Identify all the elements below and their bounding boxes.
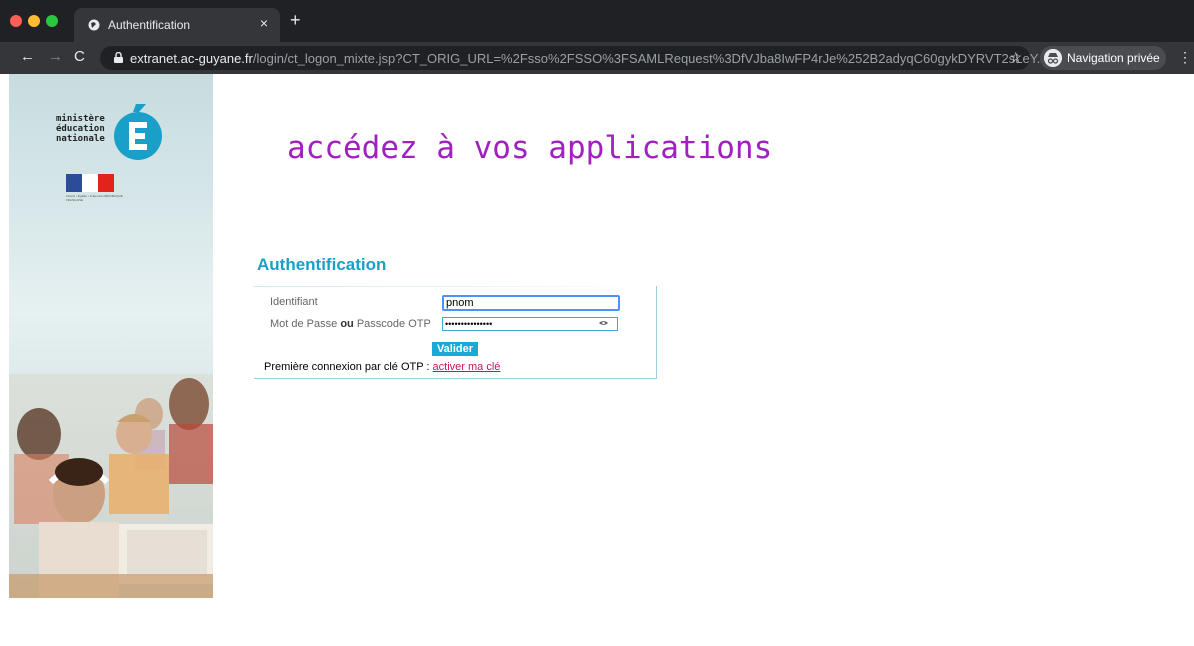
tab-close-icon[interactable]: × — [260, 16, 268, 30]
password-label-post: Passcode OTP — [353, 318, 431, 330]
browser-menu-icon[interactable]: ⋮ — [1178, 50, 1192, 64]
browser-tab[interactable]: Authentification × — [74, 8, 280, 42]
forward-button[interactable]: → — [48, 49, 63, 65]
password-label-pre: Mot de Passe — [270, 318, 341, 330]
incognito-icon — [1044, 49, 1062, 67]
otp-text: Première connexion par clé OTP : — [264, 361, 433, 373]
logo-line-3: nationale — [56, 134, 105, 144]
bookmark-star-icon[interactable]: ☆ — [1009, 49, 1022, 66]
logo-line-2: éducation — [56, 124, 105, 134]
globe-icon — [88, 19, 100, 31]
ministry-e-logo-icon — [114, 104, 162, 160]
valider-button[interactable]: Valider — [432, 342, 478, 356]
ministry-logo-text: ministère éducation nationale — [56, 114, 105, 144]
back-button[interactable]: ← — [20, 49, 35, 65]
new-tab-button[interactable]: + — [290, 11, 301, 29]
otp-first-connection: Première connexion par clé OTP : activer… — [264, 361, 500, 373]
browser-toolbar: ← → C extranet.ac-guyane.fr/login/ct_log… — [0, 42, 1194, 74]
tab-title: Authentification — [108, 18, 191, 32]
incognito-label: Navigation privée — [1067, 51, 1160, 65]
flag-red — [98, 174, 114, 192]
url-path: /login/ct_logon_mixte.jsp?CT_ORIG_URL=%2… — [252, 51, 1048, 66]
flag-white — [82, 174, 98, 192]
identifiant-label: Identifiant — [270, 296, 318, 308]
identifiant-input[interactable]: pnom — [442, 295, 620, 311]
window-zoom-button[interactable] — [46, 15, 58, 27]
students-photo — [9, 374, 213, 598]
show-password-eye-icon[interactable] — [599, 320, 608, 326]
browser-tab-bar: Authentification × + — [0, 0, 1194, 42]
logo-line-1: ministère — [56, 114, 105, 124]
lock-icon — [114, 52, 123, 63]
incognito-indicator[interactable]: Navigation privée — [1040, 46, 1166, 70]
activate-key-link[interactable]: activer ma clé — [433, 361, 501, 373]
password-label-or: ou — [340, 318, 354, 330]
password-label: Mot de Passe ou Passcode OTP — [270, 318, 431, 330]
flag-caption: Liberté • Égalité • Fraternité RÉPUBLIQU… — [66, 194, 123, 202]
window-minimize-button[interactable] — [28, 15, 40, 27]
flag-blue — [66, 174, 82, 192]
reload-button[interactable]: C — [74, 49, 85, 65]
password-input[interactable]: ••••••••••••••• — [442, 317, 618, 331]
address-bar[interactable]: extranet.ac-guyane.fr/login/ct_logon_mix… — [100, 46, 1048, 70]
page-headline: accédez à vos applications — [287, 130, 773, 166]
url-text: extranet.ac-guyane.fr/login/ct_logon_mix… — [130, 51, 1048, 66]
login-form: Identifiant Mot de Passe ou Passcode OTP… — [254, 286, 657, 379]
url-host: extranet.ac-guyane.fr — [130, 51, 253, 66]
left-panel: ministère éducation nationale Liberté • … — [9, 74, 213, 598]
window-close-button[interactable] — [10, 15, 22, 27]
page-title: Authentification — [257, 255, 387, 274]
republique-francaise-logo — [66, 174, 114, 192]
